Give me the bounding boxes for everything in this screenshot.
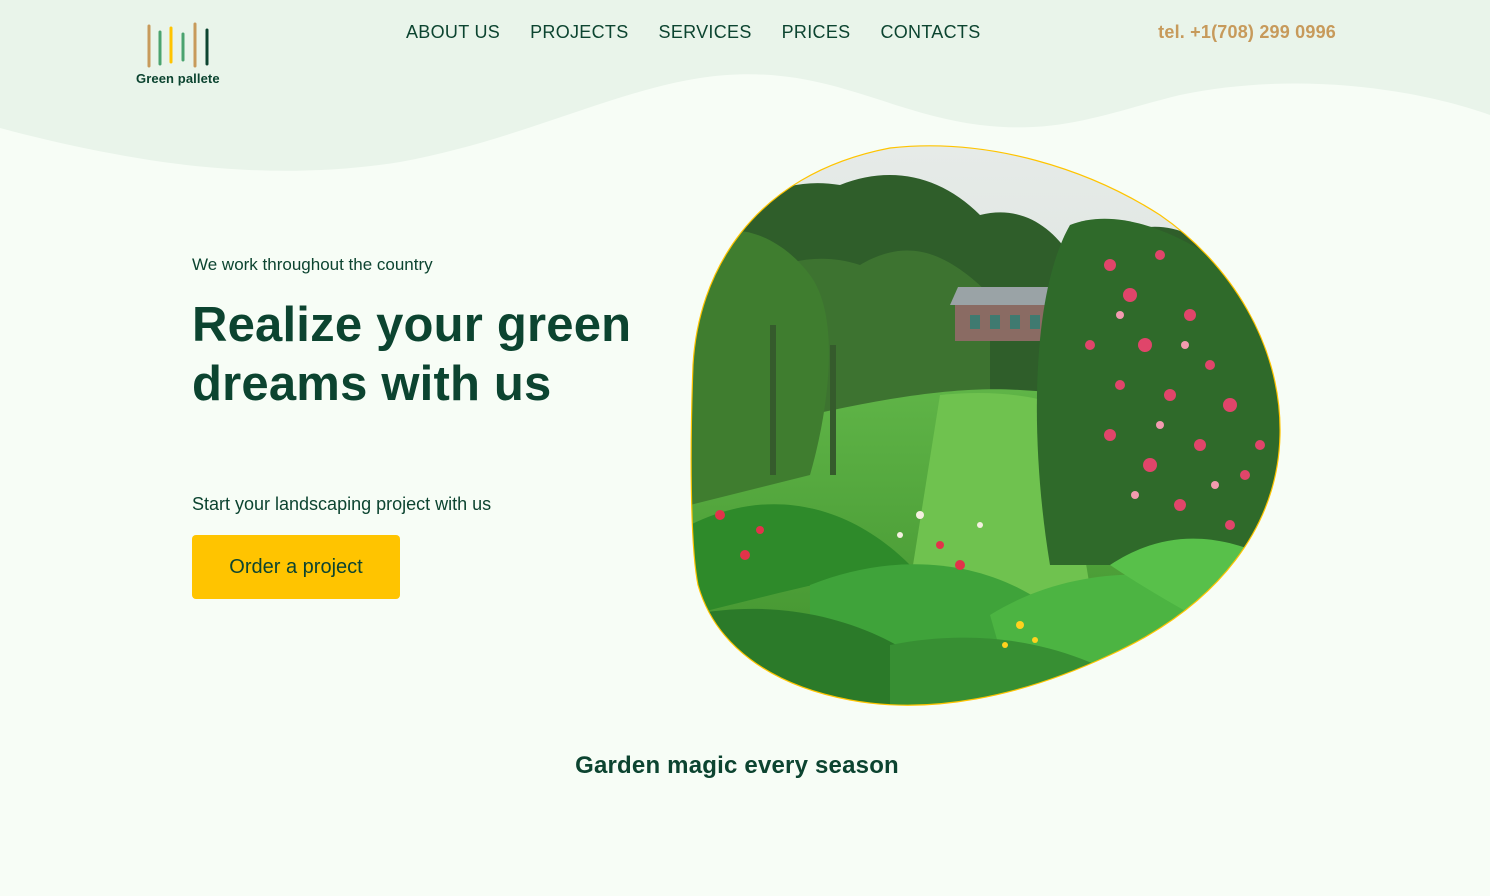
main-nav: ABOUT US PROJECTS SERVICES PRICES CONTAC… [406,22,981,43]
landing-page: Green pallete ABOUT US PROJECTS SERVICES… [0,0,1490,896]
nav-services[interactable]: SERVICES [659,22,752,43]
logo-bars-icon [147,22,209,68]
hero-eyebrow: We work throughout the country [192,255,433,274]
order-project-button[interactable]: Order a project [192,535,400,599]
garden-photo-icon [690,145,1281,706]
section-title: Garden magic every season [575,752,899,779]
phone-link[interactable]: tel. +1(708) 299 0996 [1158,22,1336,43]
logo-text: Green pallete [136,71,220,86]
nav-projects[interactable]: PROJECTS [530,22,628,43]
nav-contacts[interactable]: CONTACTS [880,22,980,43]
nav-prices[interactable]: PRICES [782,22,851,43]
logo[interactable]: Green pallete [136,20,226,90]
hero-subtext: Start your landscaping project with us [192,494,492,514]
nav-about-us[interactable]: ABOUT US [406,22,500,43]
hero-title: Realize your green dreams with us [192,298,632,411]
